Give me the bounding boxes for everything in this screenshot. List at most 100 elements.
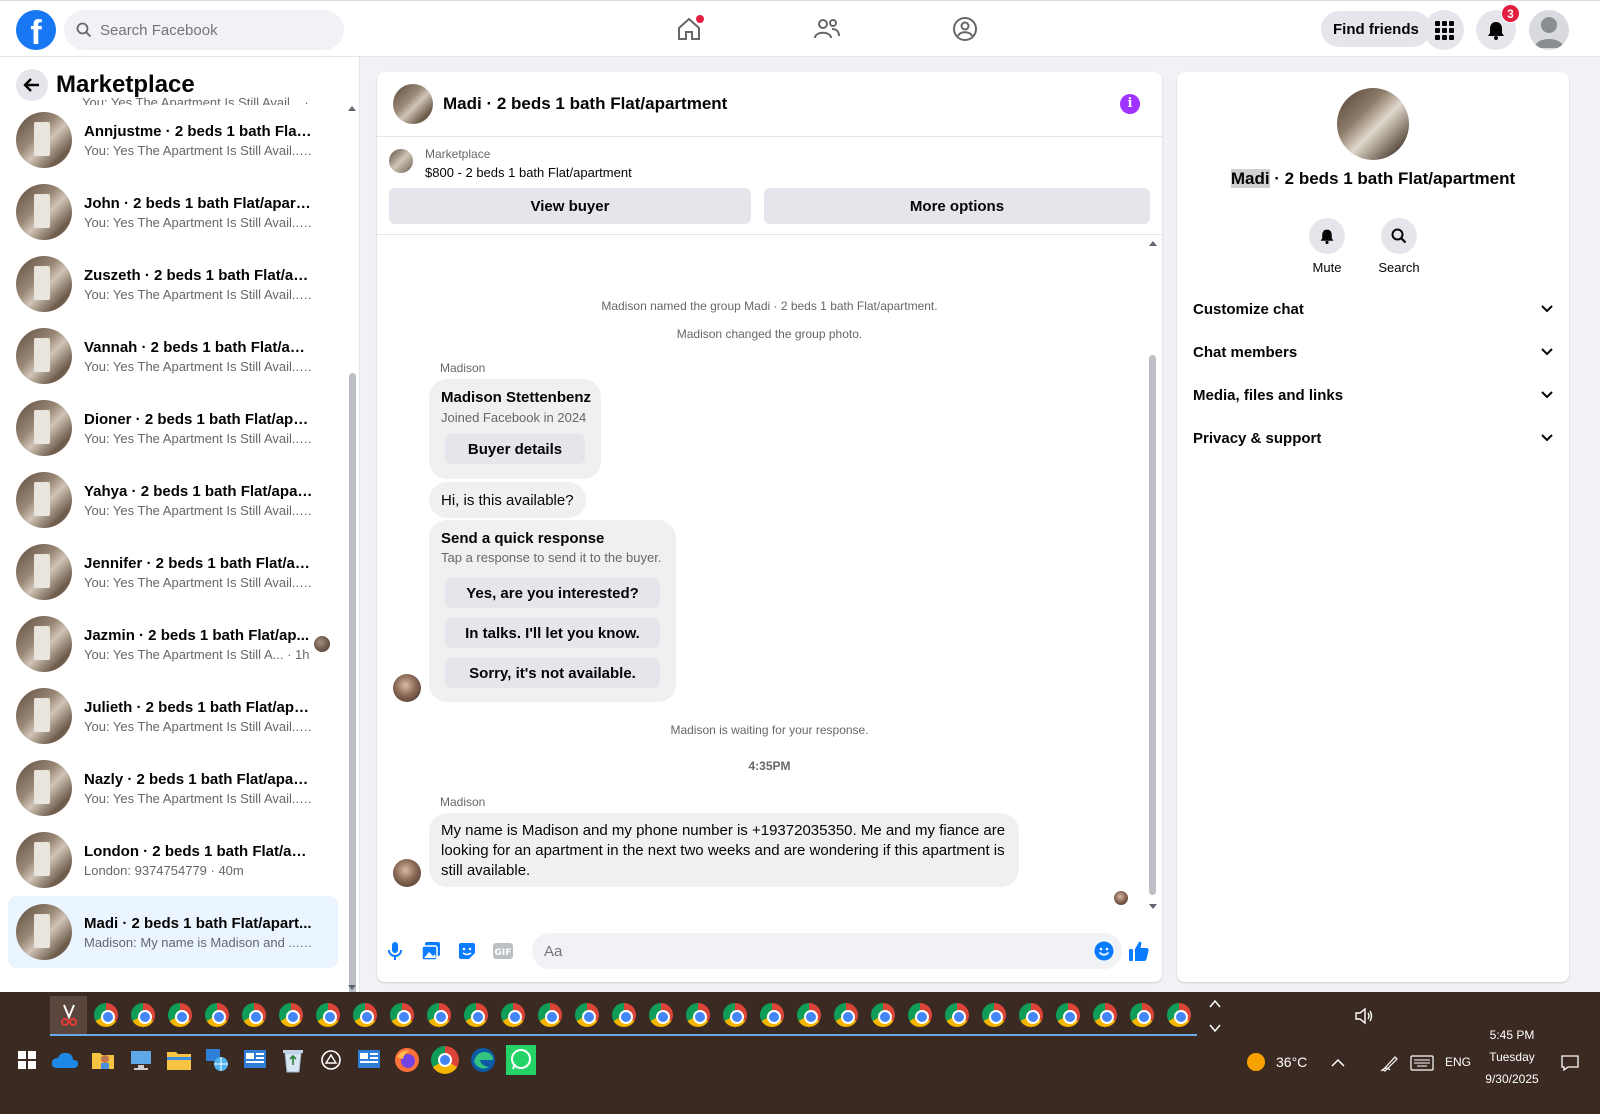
conversation-item[interactable]: Jazmin · 2 beds 1 bath Flat/ap... You: Ye… (8, 608, 338, 680)
start-button[interactable] (8, 1040, 46, 1080)
attach-media-button[interactable] (419, 939, 443, 963)
chrome-window[interactable] (161, 996, 198, 1036)
message-input[interactable] (544, 942, 1064, 960)
conversation-item[interactable]: Nazly · 2 beds 1 bath Flat/apart... You: … (8, 752, 338, 824)
chrome-window[interactable] (235, 996, 272, 1036)
chrome-window[interactable] (1123, 996, 1160, 1036)
chrome-window[interactable] (1012, 996, 1049, 1036)
chrome-window[interactable] (457, 996, 494, 1036)
gif-button[interactable]: GIF (491, 939, 515, 963)
chrome-window[interactable] (309, 996, 346, 1036)
chrome-window[interactable] (124, 996, 161, 1036)
chat-details-section[interactable]: Media, files and links (1193, 373, 1553, 417)
firefox-app[interactable] (388, 1040, 426, 1080)
menu-button[interactable] (1424, 10, 1464, 50)
chat-details-section[interactable]: Customize chat (1193, 287, 1553, 331)
taskbar-scroll-arrows-icon[interactable] (1209, 998, 1221, 1034)
chrome-window[interactable] (494, 996, 531, 1036)
back-button[interactable] (16, 69, 48, 101)
edge-app[interactable] (464, 1040, 502, 1080)
mute-button[interactable] (1309, 218, 1345, 254)
sender-avatar[interactable] (393, 859, 421, 887)
pen-icon[interactable] (1380, 1054, 1400, 1072)
speaker-icon[interactable] (1354, 1007, 1374, 1025)
control-panel-app-2[interactable] (350, 1040, 388, 1080)
conversation-item[interactable]: Dioner · 2 beds 1 bath Flat/apart... You:… (8, 392, 338, 464)
search-box[interactable] (64, 10, 344, 50)
keyboard-icon[interactable] (1410, 1055, 1434, 1071)
chrome-window[interactable] (1160, 996, 1197, 1036)
emoji-icon[interactable] (1094, 941, 1114, 961)
send-like-button[interactable] (1127, 939, 1151, 963)
chrome-window[interactable] (383, 996, 420, 1036)
this-pc-app[interactable] (122, 1040, 160, 1080)
quick-reply-not-available-button[interactable]: Sorry, it's not available. (445, 658, 660, 688)
onedrive-app[interactable] (46, 1040, 84, 1080)
chrome-window[interactable] (790, 996, 827, 1036)
chat-avatar[interactable] (393, 84, 433, 124)
circle-app[interactable] (312, 1040, 350, 1080)
chat-scrollbar[interactable] (1149, 240, 1157, 909)
notification-center-icon[interactable] (1560, 1054, 1580, 1072)
snipping-tool-window[interactable] (50, 996, 87, 1036)
scrollbar-thumb[interactable] (349, 373, 356, 992)
search-in-chat-button[interactable] (1381, 218, 1417, 254)
chrome-window[interactable] (1086, 996, 1123, 1036)
conversation-item[interactable]: Julieth · 2 beds 1 bath Flat/apart... You… (8, 680, 338, 752)
buyer-details-button[interactable]: Buyer details (445, 434, 585, 464)
conversation-item[interactable]: London · 2 beds 1 bath Flat/apar... Londo… (8, 824, 338, 896)
chrome-window[interactable] (679, 996, 716, 1036)
chrome-window[interactable] (605, 996, 642, 1036)
chrome-window[interactable] (87, 996, 124, 1036)
chrome-window[interactable] (827, 996, 864, 1036)
chrome-window[interactable] (901, 996, 938, 1036)
sender-avatar[interactable] (393, 674, 421, 702)
conversation-item[interactable]: Yahya · 2 beds 1 bath Flat/apart... You: … (8, 464, 338, 536)
nav-home[interactable] (620, 9, 758, 49)
whatsapp-app[interactable] (502, 1040, 540, 1080)
file-explorer-app[interactable] (160, 1040, 198, 1080)
listing-thumbnail[interactable] (389, 149, 413, 173)
quick-reply-in-talks-button[interactable]: In talks. I'll let you know. (445, 618, 660, 648)
chat-title[interactable]: Madi · 2 beds 1 bath Flat/apartment (443, 94, 727, 114)
chrome-window[interactable] (975, 996, 1012, 1036)
conversation-item[interactable]: Vannah · 2 beds 1 bath Flat/apar... You: … (8, 320, 338, 392)
search-in-chat-action[interactable]: Search (1369, 218, 1429, 275)
chrome-window[interactable] (716, 996, 753, 1036)
user-folder-app[interactable] (84, 1040, 122, 1080)
chrome-window[interactable] (753, 996, 790, 1036)
chat-details-section[interactable]: Privacy & support (1193, 416, 1553, 460)
chrome-window[interactable] (198, 996, 235, 1036)
account-avatar[interactable] (1529, 10, 1569, 50)
conversation-list-scrollbar[interactable] (348, 105, 356, 992)
facebook-logo-icon[interactable]: f (16, 10, 56, 50)
conversation-item[interactable]: Madi · 2 beds 1 bath Flat/apart... Madiso… (8, 896, 338, 968)
conversation-item[interactable]: Jennifer · 2 beds 1 bath Flat/apa... You:… (8, 536, 338, 608)
chrome-window[interactable] (1049, 996, 1086, 1036)
chrome-app[interactable] (426, 1040, 464, 1080)
recycle-bin-app[interactable] (274, 1040, 312, 1080)
chrome-window[interactable] (642, 996, 679, 1036)
chrome-window[interactable] (531, 996, 568, 1036)
quick-reply-yes-button[interactable]: Yes, are you interested? (445, 578, 660, 608)
weather-temperature[interactable]: 36°C (1276, 1054, 1307, 1070)
chrome-window[interactable] (568, 996, 605, 1036)
network-app[interactable] (198, 1040, 236, 1080)
control-panel-app[interactable] (236, 1040, 274, 1080)
message-input-box[interactable] (532, 933, 1122, 969)
info-icon[interactable]: i (1120, 94, 1140, 114)
chrome-window[interactable] (864, 996, 901, 1036)
nav-friends[interactable] (758, 9, 896, 49)
chrome-window[interactable] (272, 996, 309, 1036)
language-indicator[interactable]: ENG (1445, 1055, 1471, 1069)
find-friends-button[interactable]: Find friends (1321, 11, 1431, 47)
conversation-item[interactable]: John · 2 beds 1 bath Flat/apartm... You: … (8, 176, 338, 248)
more-options-button[interactable]: More options (764, 188, 1150, 224)
conversation-item[interactable]: Zuszeth · 2 beds 1 bath Flat/apar... You:… (8, 248, 338, 320)
chat-details-avatar[interactable] (1337, 88, 1409, 160)
chat-details-section[interactable]: Chat members (1193, 330, 1553, 374)
view-buyer-button[interactable]: View buyer (389, 188, 751, 224)
conversation-item[interactable]: Annjustme · 2 beds 1 bath Flat/a... You: … (8, 104, 338, 176)
system-clock[interactable]: 5:45 PM Tuesday 9/30/2025 (1474, 1024, 1550, 1090)
chevron-up-icon[interactable] (1331, 1058, 1345, 1068)
